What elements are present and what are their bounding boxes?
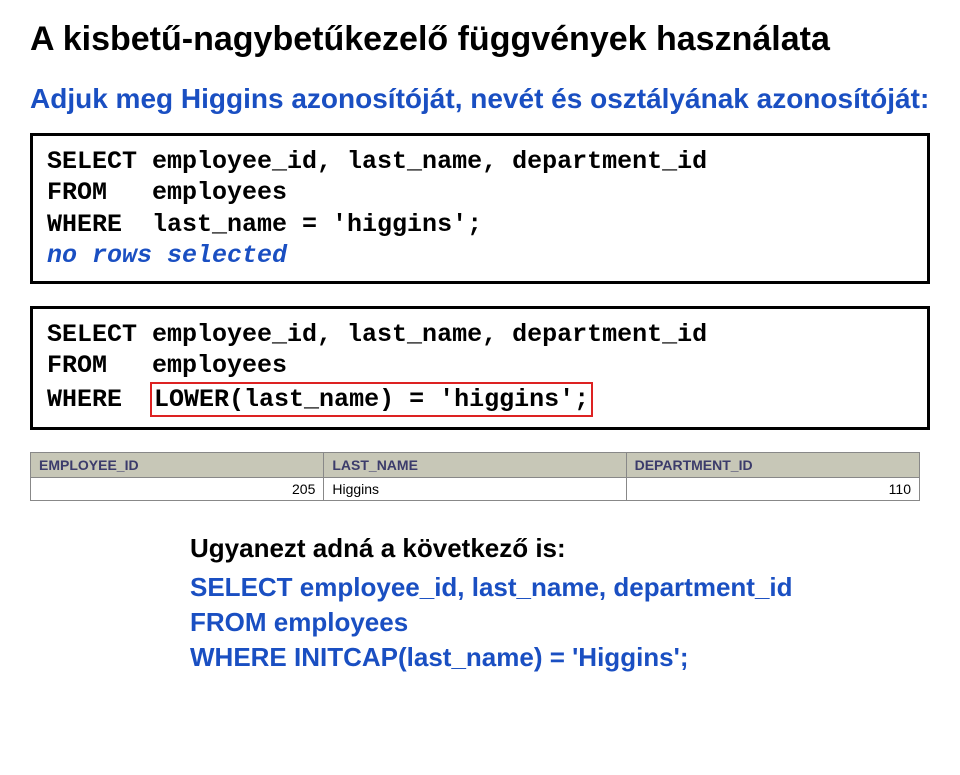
code-line: SELECT employee_id, last_name, departmen… [47,319,913,350]
footnote-sql-line: FROM employees [190,605,930,640]
instruction-text: Adjuk meg Higgins azonosítóját, nevét és… [30,83,930,115]
code-line: WHERE LOWER(last_name) = 'higgins'; [47,382,913,417]
page-title: A kisbetű-nagybetűkezelő függvények hasz… [30,20,930,59]
code-line: WHERE last_name = 'higgins'; [47,209,913,240]
footnote-sql-line: WHERE INITCAP(last_name) = 'Higgins'; [190,640,930,675]
cell-employee-id: 205 [31,477,324,500]
col-department-id: DEPARTMENT_ID [626,452,919,477]
code-line: SELECT employee_id, last_name, departmen… [47,146,913,177]
code-block-1: SELECT employee_id, last_name, departmen… [30,133,930,284]
footnote-sql-line: SELECT employee_id, last_name, departmen… [190,570,930,605]
cell-department-id: 110 [626,477,919,500]
result-table: EMPLOYEE_ID LAST_NAME DEPARTMENT_ID 205 … [30,452,920,501]
code-block-2: SELECT employee_id, last_name, departmen… [30,306,930,430]
code-line: FROM employees [47,350,913,381]
footnote-intro: Ugyanezt adná a következő is: [190,531,930,566]
code-result: no rows selected [47,240,913,271]
code-line: FROM employees [47,177,913,208]
footnote-block: Ugyanezt adná a következő is: SELECT emp… [190,531,930,675]
table-header-row: EMPLOYEE_ID LAST_NAME DEPARTMENT_ID [31,452,920,477]
col-employee-id: EMPLOYEE_ID [31,452,324,477]
highlighted-code: LOWER(last_name) = 'higgins'; [150,382,593,417]
col-last-name: LAST_NAME [324,452,626,477]
cell-last-name: Higgins [324,477,626,500]
code-text: WHERE [47,385,152,414]
table-row: 205 Higgins 110 [31,477,920,500]
